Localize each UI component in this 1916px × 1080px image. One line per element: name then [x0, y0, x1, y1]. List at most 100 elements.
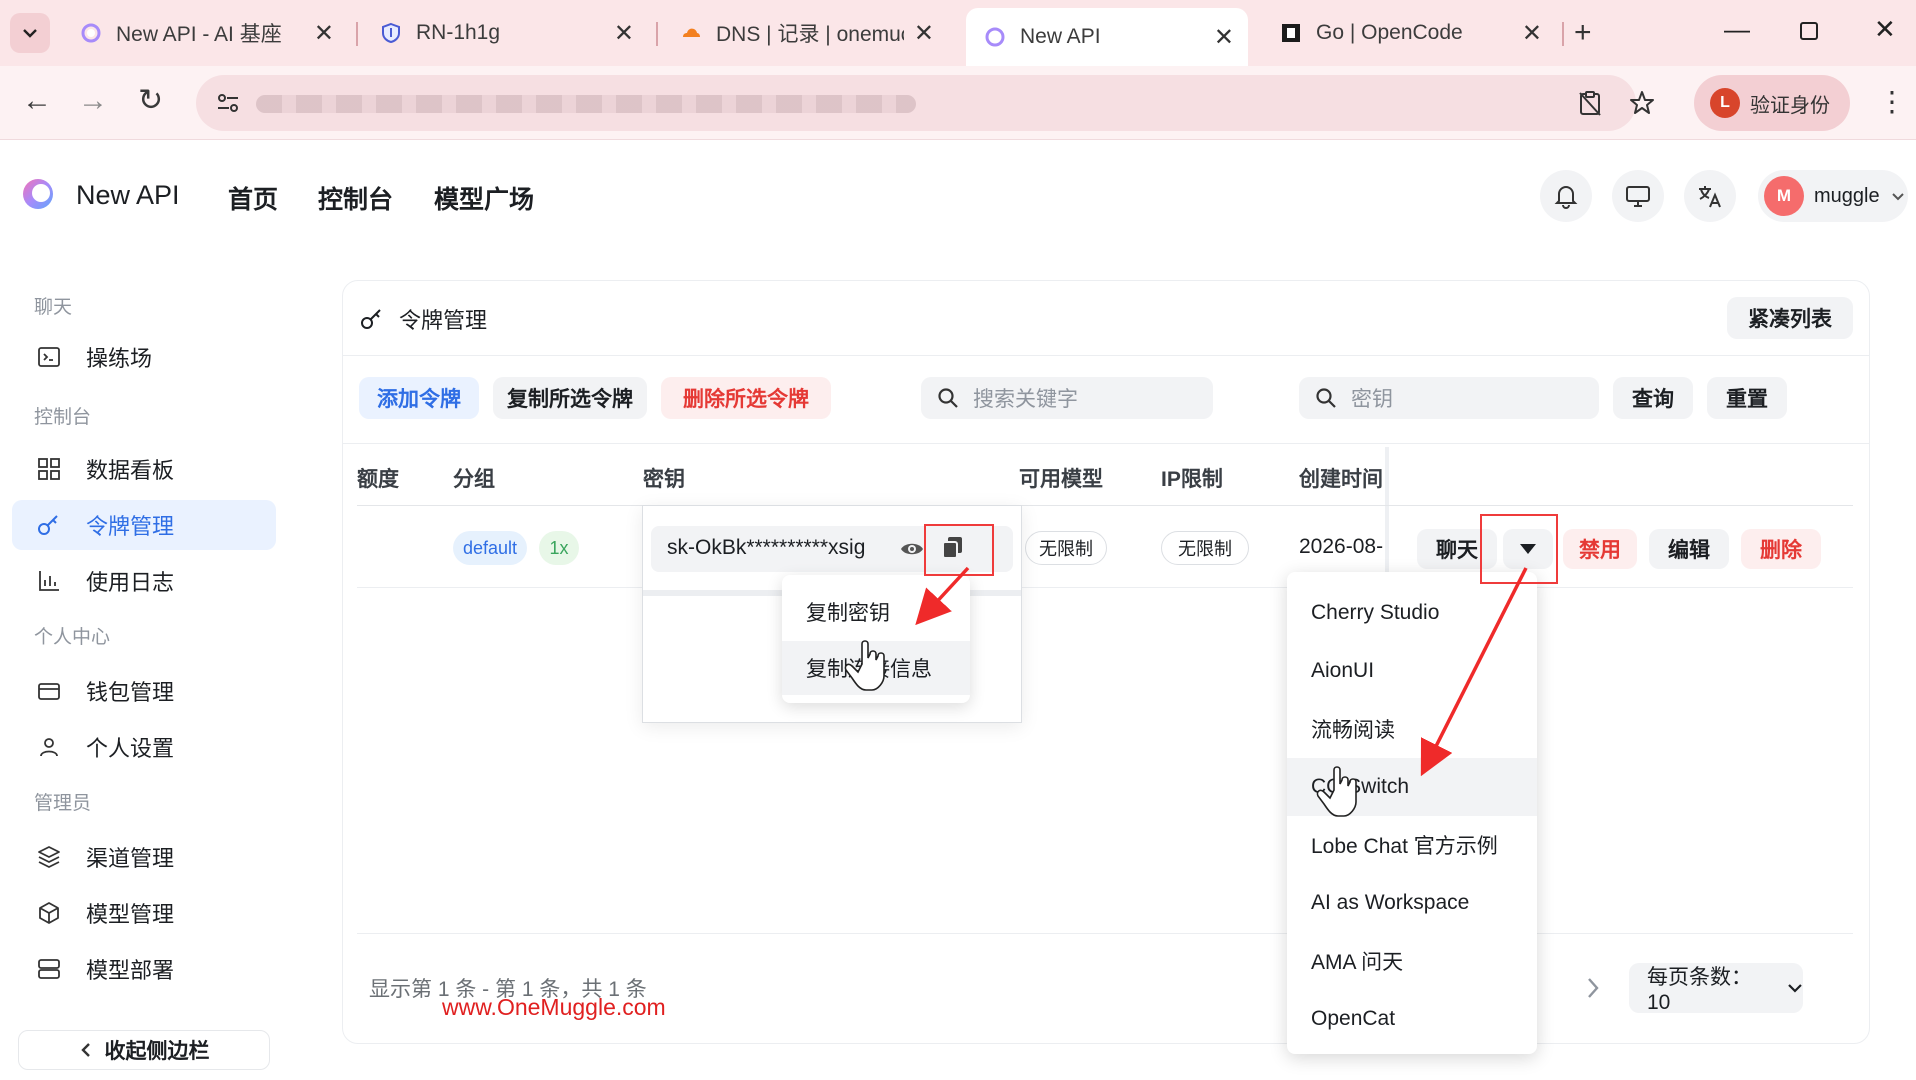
- close-icon[interactable]: ✕: [1522, 19, 1542, 48]
- close-icon[interactable]: ✕: [1214, 23, 1234, 52]
- address-bar[interactable]: [196, 75, 1654, 131]
- chat-client-option[interactable]: AI as Workspace: [1287, 874, 1537, 932]
- user-avatar: M: [1764, 176, 1804, 216]
- add-token-button[interactable]: 添加令牌: [359, 377, 479, 419]
- maximize-icon[interactable]: [1800, 22, 1818, 40]
- key-value: sk-OkBk**********xsig: [667, 536, 866, 559]
- page-size-select[interactable]: 每页条数：10: [1629, 963, 1803, 1014]
- theme-button[interactable]: [1612, 170, 1664, 222]
- language-button[interactable]: [1684, 170, 1736, 222]
- delete-selected-button[interactable]: 删除所选令牌: [661, 377, 831, 419]
- cloudflare-icon: [683, 28, 700, 37]
- chevron-down-icon: [1891, 193, 1904, 201]
- column-header-created: 创建时间: [1299, 468, 1383, 491]
- nav-home[interactable]: 首页: [228, 180, 278, 216]
- close-icon[interactable]: ✕: [914, 19, 934, 48]
- newapi-logo-icon[interactable]: [20, 176, 56, 212]
- search-icon: [938, 388, 958, 408]
- back-icon[interactable]: ←: [22, 86, 52, 116]
- more-menu-icon[interactable]: ⋮: [1878, 88, 1906, 116]
- compact-list-button[interactable]: 紧凑列表: [1727, 297, 1853, 339]
- divider: [343, 355, 1869, 356]
- sidebar-item-label: 钱包管理: [86, 680, 175, 705]
- chevron-right-icon[interactable]: [1585, 977, 1601, 999]
- sidebar-item-playground[interactable]: 操练场: [12, 332, 276, 382]
- collapse-sidebar-button[interactable]: 收起侧边栏: [18, 1030, 270, 1070]
- sidebar-item-label: 模型部署: [86, 958, 175, 983]
- site-settings-icon[interactable]: [212, 87, 244, 119]
- chat-client-option[interactable]: Lobe Chat 官方示例: [1287, 816, 1537, 874]
- key-icon: [361, 309, 381, 329]
- delete-button[interactable]: 删除: [1741, 529, 1821, 569]
- verify-identity-button[interactable]: L 验证身份: [1694, 75, 1850, 131]
- key-search-placeholder: 密钥: [1351, 388, 1393, 411]
- disable-button[interactable]: 禁用: [1563, 529, 1637, 569]
- nav-model-plaza[interactable]: 模型广场: [434, 180, 534, 216]
- chat-client-option[interactable]: 流畅阅读: [1287, 700, 1537, 758]
- sidebar-item-wallet[interactable]: 钱包管理: [12, 666, 276, 716]
- sidebar-item-label: 渠道管理: [86, 846, 175, 871]
- divider: [357, 505, 1853, 506]
- divider: [357, 933, 1853, 934]
- query-button[interactable]: 查询: [1613, 377, 1693, 419]
- new-tab-icon[interactable]: +: [1574, 16, 1592, 50]
- sidebar-section-title: 控制台: [34, 407, 92, 428]
- forward-icon[interactable]: →: [78, 86, 108, 116]
- browser-tab[interactable]: Go | OpenCode ✕: [1262, 10, 1556, 56]
- chevron-down-icon: [1788, 984, 1802, 993]
- page-title: 令牌管理: [359, 303, 487, 335]
- layers-icon: [38, 846, 60, 868]
- sidebar-item-usage-log[interactable]: 使用日志: [12, 556, 276, 606]
- reload-icon[interactable]: ↻: [138, 86, 163, 116]
- copy-selected-button[interactable]: 复制所选令牌: [493, 377, 647, 419]
- opencode-icon: [1282, 24, 1300, 42]
- ratio-tag: 1x: [539, 531, 579, 565]
- window-close-icon[interactable]: ✕: [1874, 14, 1896, 45]
- copy-dropdown-menu: 复制密钥 复制连接信息: [782, 575, 970, 703]
- chat-client-option[interactable]: AionUI: [1287, 642, 1537, 700]
- sidebar-item-channels[interactable]: 渠道管理: [12, 832, 276, 882]
- eye-icon[interactable]: [899, 536, 925, 562]
- chat-client-option[interactable]: OpenCat: [1287, 990, 1537, 1048]
- cube-icon: [39, 902, 59, 924]
- browser-tab-active[interactable]: New API ✕: [966, 8, 1248, 66]
- tab-search-button[interactable]: [10, 13, 50, 53]
- newapi-logo-icon: [985, 27, 1005, 47]
- divider: [357, 587, 1853, 588]
- app-name[interactable]: New API: [76, 180, 180, 211]
- chat-client-option[interactable]: Cherry Studio: [1287, 584, 1537, 642]
- sidebar-item-label: 使用日志: [86, 570, 175, 595]
- menu-item-copy-connection[interactable]: 复制连接信息: [782, 641, 970, 695]
- terminal-icon: [38, 347, 60, 367]
- sidebar-item-profile[interactable]: 个人设置: [12, 722, 276, 772]
- browser-tab[interactable]: DNS | 记录 | onemuc ✕: [662, 10, 948, 56]
- chat-client-option[interactable]: AMA 问天: [1287, 932, 1537, 990]
- key-search-input[interactable]: 密钥: [1299, 377, 1599, 419]
- chevron-down-icon: [23, 29, 37, 38]
- app-header: New API 首页 控制台 模型广场 M muggle: [0, 140, 1916, 250]
- user-menu-button[interactable]: M muggle: [1758, 170, 1908, 222]
- close-icon[interactable]: ✕: [314, 19, 334, 48]
- menu-item-copy-key[interactable]: 复制密钥: [782, 585, 970, 639]
- sidebar-item-models[interactable]: 模型管理: [12, 888, 276, 938]
- minimize-icon[interactable]: —: [1724, 14, 1750, 45]
- server-icon: [38, 959, 60, 979]
- sidebar-item-dashboard[interactable]: 数据看板: [12, 444, 276, 494]
- no-clipboard-icon[interactable]: [1576, 89, 1604, 117]
- reset-button[interactable]: 重置: [1707, 377, 1787, 419]
- close-icon[interactable]: ✕: [614, 19, 634, 48]
- shield-icon: [382, 22, 400, 44]
- nav-console[interactable]: 控制台: [318, 180, 393, 216]
- chat-client-option-cc-switch[interactable]: CC Switch: [1287, 758, 1537, 816]
- keyword-search-input[interactable]: 搜索关键字: [921, 377, 1213, 419]
- sidebar-item-deployment[interactable]: 模型部署: [12, 944, 276, 994]
- notification-button[interactable]: [1540, 170, 1592, 222]
- verify-label: 验证身份: [1750, 94, 1830, 117]
- sidebar-item-label: 模型管理: [86, 902, 175, 927]
- edit-button[interactable]: 编辑: [1649, 529, 1729, 569]
- page-title-text: 令牌管理: [399, 308, 488, 333]
- browser-tab[interactable]: New API - AI 基座 ✕: [62, 10, 348, 56]
- bookmark-star-icon[interactable]: [1628, 89, 1656, 117]
- browser-tab[interactable]: RN-1h1g ✕: [362, 10, 648, 56]
- sidebar-item-token-management[interactable]: 令牌管理: [12, 500, 276, 550]
